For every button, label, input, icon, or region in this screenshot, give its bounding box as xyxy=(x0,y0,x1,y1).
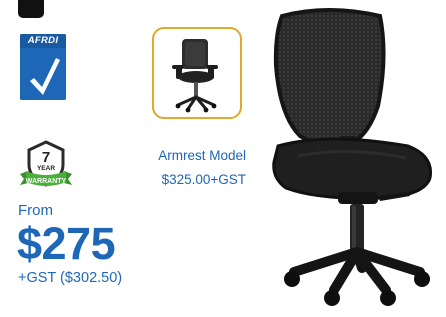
warranty-year-label: YEAR xyxy=(37,165,55,172)
top-dark-block xyxy=(18,0,44,18)
warranty-years: 7 xyxy=(42,149,50,166)
armrest-model-thumbnail[interactable] xyxy=(152,27,242,119)
warranty-badge-icon: WARRANTY 7 YEAR xyxy=(18,138,74,194)
price-gst: +GST ($302.50) xyxy=(18,270,123,286)
armrest-model-price: $325.00+GST xyxy=(161,172,246,187)
afrdi-label: AFRDI xyxy=(27,35,59,46)
afrdi-certification-icon: AFRDI xyxy=(20,34,66,100)
base-price: $275 xyxy=(17,218,116,269)
warranty-ribbon-text: WARRANTY xyxy=(26,178,67,185)
office-chair-image xyxy=(258,6,444,312)
armrest-model-label[interactable]: Armrest Model xyxy=(140,148,246,163)
from-label: From xyxy=(18,202,53,219)
